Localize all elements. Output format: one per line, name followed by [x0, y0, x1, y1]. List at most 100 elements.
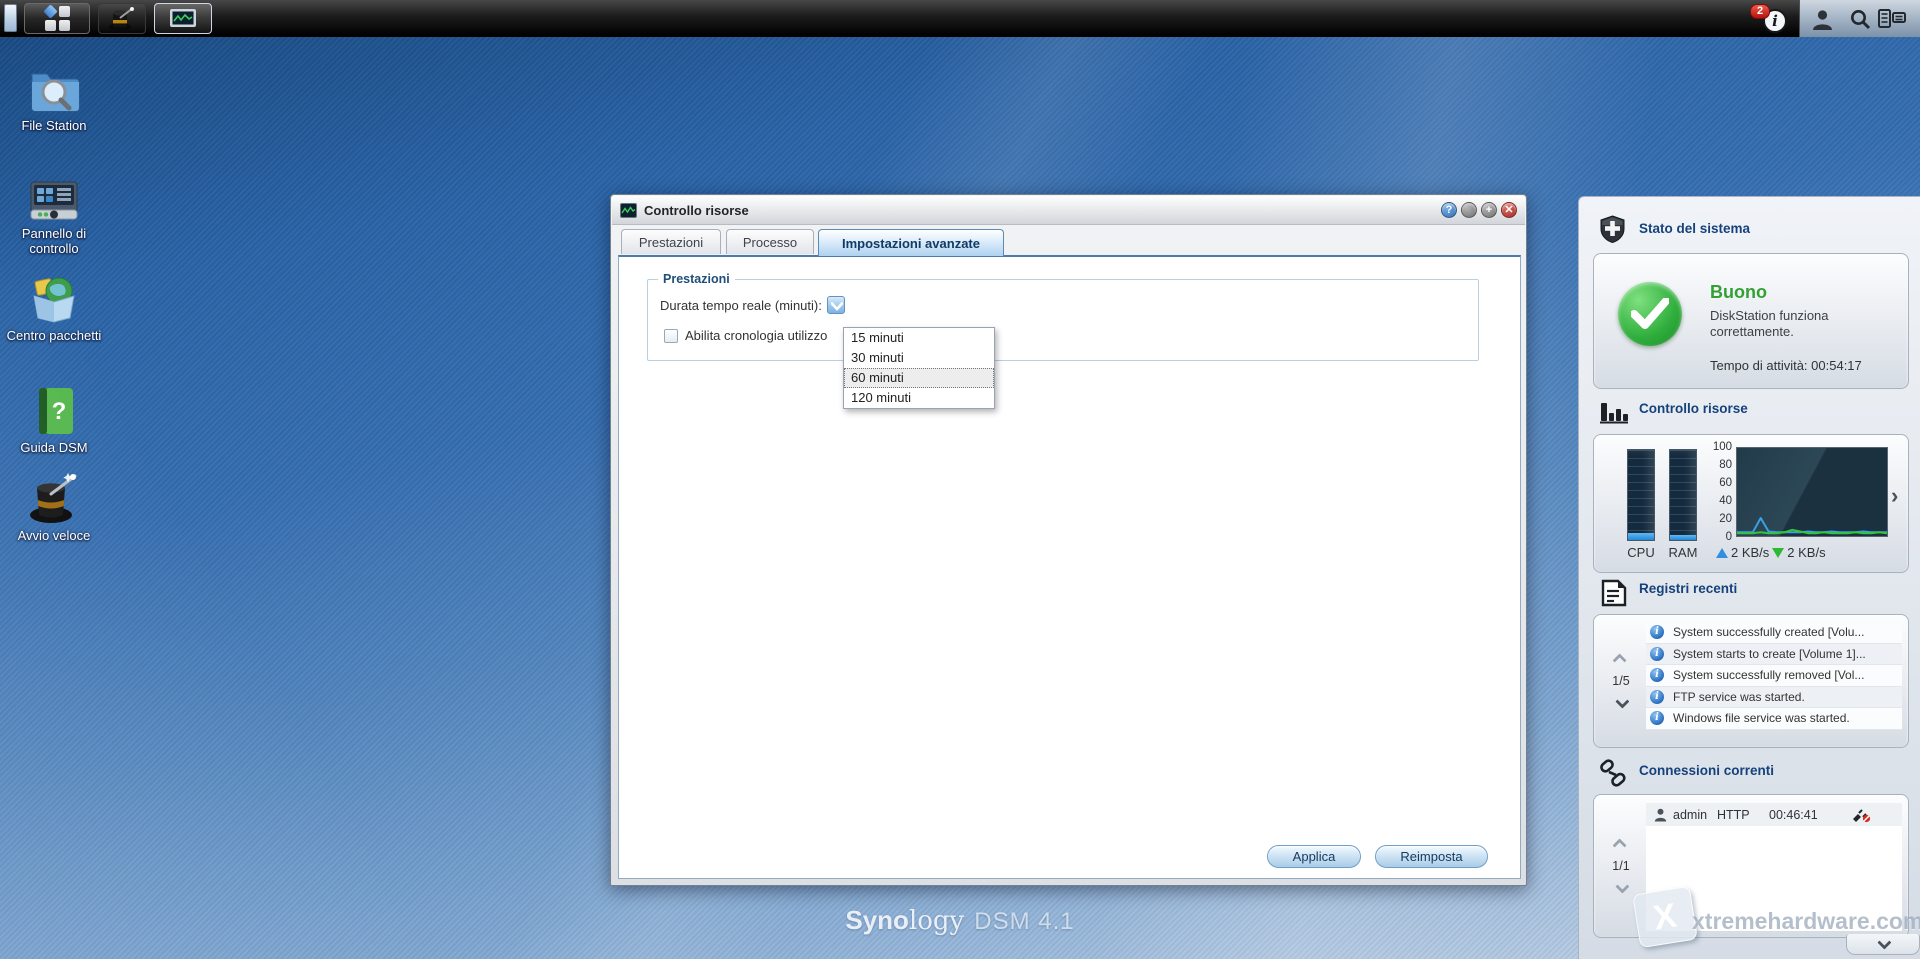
notification-badge: 2	[1750, 4, 1770, 19]
taskbar: 2 i	[0, 0, 1920, 37]
disconnect-icon[interactable]	[1851, 807, 1871, 823]
recent-logs-header: Registri recenti	[1579, 577, 1920, 607]
cpu-gauge-fill	[1628, 533, 1654, 540]
widgets-panel-icon[interactable]	[1878, 9, 1906, 29]
connections-pagination: 1/1	[1602, 795, 1640, 937]
user-icon	[1654, 808, 1667, 822]
cpu-label: CPU	[1624, 545, 1658, 560]
logo-dsm-version: DSM 4.1	[974, 908, 1074, 935]
dropdown-option-30[interactable]: 30 minuti	[844, 348, 994, 368]
log-row: i Windows file service was started.	[1646, 708, 1902, 730]
resource-monitor-header: Controllo risorse	[1579, 397, 1920, 427]
reset-button[interactable]: Reimposta	[1375, 845, 1488, 868]
connections-page-down-icon[interactable]	[1615, 880, 1629, 894]
package-center-icon	[28, 274, 80, 324]
connections-title: Connessioni correnti	[1639, 763, 1774, 778]
show-desktop-handle[interactable]	[4, 4, 17, 32]
desktop: 2 i	[0, 0, 1920, 959]
dropdown-option-15[interactable]: 15 minuti	[844, 328, 994, 348]
resource-monitor-panel: CPU RAM 100 80 60 40 20 0 2 KB/s 2 KB/s …	[1593, 434, 1909, 573]
download-rate: 2 KB/s	[1787, 545, 1825, 560]
desktop-icon-label: File Station	[6, 118, 102, 133]
dropdown-option-60[interactable]: 60 minuti	[844, 368, 994, 388]
quick-start-icon	[27, 472, 81, 524]
desktop-icon-label: Avvio veloce	[6, 528, 102, 543]
desktop-icon-label: Pannello di controllo	[6, 226, 102, 256]
main-menu-button[interactable]	[24, 3, 90, 34]
health-description: DiskStation funziona correttamente.	[1710, 308, 1880, 340]
connections-header: Connessioni correnti	[1579, 759, 1920, 789]
desktop-icon-package-center[interactable]: Centro pacchetti	[6, 272, 102, 343]
window-help-button[interactable]: ?	[1441, 202, 1457, 218]
usage-history-row: Abilita cronologia utilizzo	[664, 328, 827, 343]
shield-icon	[1599, 215, 1626, 243]
window-title-icon	[620, 203, 637, 218]
desktop-icon-file-station[interactable]: File Station	[6, 62, 102, 133]
connections-page-up-icon[interactable]	[1613, 838, 1627, 852]
open-resource-monitor-chevron[interactable]: ›	[1891, 483, 1898, 509]
main-menu-icon	[44, 5, 71, 32]
resource-monitor-window: Controllo risorse ? + ✕ Prestazioni Proc…	[610, 194, 1527, 886]
enable-usage-history-checkbox[interactable]	[664, 329, 678, 343]
log-row: i System starts to create [Volume 1]...	[1646, 644, 1902, 666]
duration-dropdown-list: 15 minuti 30 minuti 60 minuti 120 minuti	[843, 327, 995, 409]
desktop-icon-control-panel[interactable]: Pannello di controllo	[6, 170, 102, 256]
network-traffic-chart	[1736, 447, 1888, 537]
performance-fieldset: Prestazioni Durata tempo reale (minuti):…	[647, 279, 1479, 361]
apply-button[interactable]: Applica	[1267, 845, 1361, 868]
recent-logs-title: Registri recenti	[1639, 581, 1737, 596]
network-rates: 2 KB/s 2 KB/s	[1716, 545, 1826, 560]
recent-logs-panel: 1/5 i System successfully created [Volu.…	[1593, 614, 1909, 748]
upload-arrow-icon	[1716, 548, 1728, 558]
window-minimize-button[interactable]	[1461, 202, 1477, 218]
window-titlebar[interactable]: Controllo risorse ? + ✕	[612, 196, 1525, 225]
system-health-title: Stato del sistema	[1639, 221, 1750, 236]
bar-chart-icon	[1599, 401, 1629, 425]
tab-processo[interactable]: Processo	[726, 229, 814, 254]
window-maximize-button[interactable]: +	[1481, 202, 1497, 218]
sidebar-collapse-tab[interactable]	[1846, 934, 1920, 955]
info-icon: i	[1650, 668, 1664, 682]
logo-synology-serif: logy	[909, 906, 964, 936]
magic-hat-icon	[108, 6, 136, 32]
resource-monitor-taskbar-button[interactable]	[154, 3, 212, 34]
info-icon: i	[1650, 711, 1664, 725]
logo-synology-bold: Syno	[845, 905, 909, 935]
desktop-icon-dsm-help[interactable]: ? Guida DSM	[6, 384, 102, 455]
cpu-gauge	[1627, 449, 1655, 541]
svg-text:?: ?	[52, 398, 67, 425]
duration-select-trigger[interactable]	[827, 296, 845, 314]
ram-gauge	[1669, 449, 1697, 541]
logs-page-up-icon[interactable]	[1613, 653, 1627, 667]
tab-impostazioni-avanzate[interactable]: Impostazioni avanzate	[818, 229, 1004, 256]
system-health-header: Stato del sistema	[1579, 217, 1920, 247]
quick-start-taskbar-button[interactable]	[98, 3, 146, 34]
health-status-text: Buono	[1710, 282, 1767, 303]
connections-list: admin HTTP 00:46:41	[1646, 803, 1902, 931]
search-icon[interactable]	[1849, 8, 1872, 31]
chain-link-icon	[1598, 759, 1628, 789]
tab-prestazioni[interactable]: Prestazioni	[621, 229, 721, 254]
network-chart-lines	[1737, 448, 1887, 536]
connections-page-indicator: 1/1	[1612, 859, 1629, 873]
connection-user: admin	[1673, 808, 1717, 822]
chevron-down-icon	[831, 302, 843, 311]
dropdown-option-120[interactable]: 120 minuti	[844, 388, 994, 408]
log-row: i FTP service was started.	[1646, 687, 1902, 709]
desktop-icon-quick-start[interactable]: Avvio veloce	[6, 472, 102, 543]
connections-panel: 1/1 admin HTTP 00:46:41	[1593, 794, 1909, 938]
widgets-sidebar: Stato del sistema Buono DiskStation funz…	[1578, 196, 1920, 959]
logs-pagination: 1/5	[1602, 615, 1640, 747]
uptime-text: Tempo di attività: 00:54:17	[1710, 358, 1862, 373]
dsm-help-icon: ?	[31, 388, 77, 436]
file-station-icon	[28, 66, 80, 114]
log-list: i System successfully created [Volu... i…	[1646, 622, 1902, 730]
window-title: Controllo risorse	[644, 203, 749, 218]
window-close-button[interactable]: ✕	[1501, 202, 1517, 218]
collapse-chevron-icon	[1877, 936, 1891, 950]
upload-rate: 2 KB/s	[1731, 545, 1769, 560]
user-menu-icon[interactable]	[1811, 8, 1834, 31]
logs-page-down-icon[interactable]	[1615, 695, 1629, 709]
control-panel-icon	[28, 180, 80, 222]
log-row: i System successfully created [Volu...	[1646, 622, 1902, 644]
